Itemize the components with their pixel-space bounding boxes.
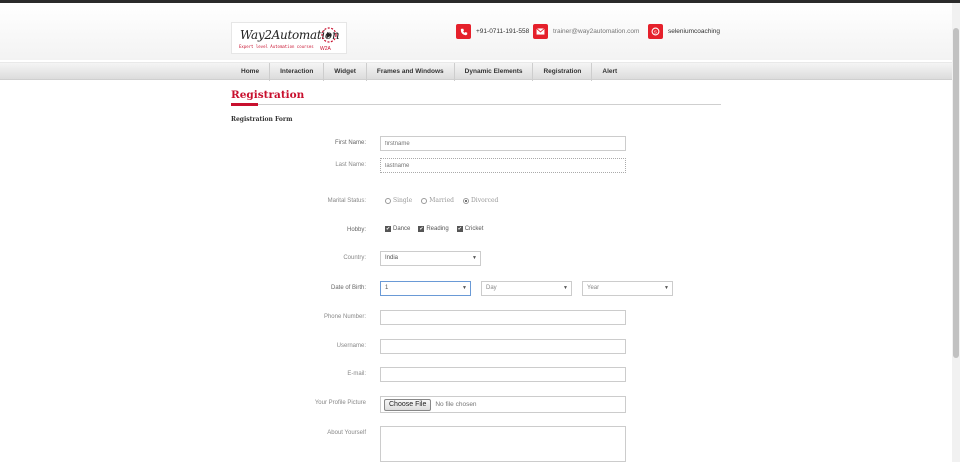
checkbox-dance-label: Dance bbox=[393, 226, 411, 232]
username-input[interactable] bbox=[380, 339, 626, 354]
skype-icon: S bbox=[648, 24, 663, 39]
page-title: Registration bbox=[231, 89, 305, 101]
nav-registration[interactable]: Registration bbox=[533, 63, 593, 81]
title-accent bbox=[231, 103, 258, 106]
phone-icon bbox=[456, 24, 471, 39]
marital-status-label: Marital Status: bbox=[327, 198, 366, 204]
nav-interaction[interactable]: Interaction bbox=[270, 63, 325, 81]
radio-married[interactable] bbox=[421, 197, 428, 204]
chevron-down-icon: ▼ bbox=[472, 255, 477, 261]
hobby-options: ✔ Dance ✔ Reading ✔ Cricket bbox=[385, 226, 491, 232]
about-yourself-textarea[interactable] bbox=[380, 426, 626, 462]
profile-picture-label: Your Profile Picture bbox=[314, 400, 366, 406]
phone-number-input[interactable] bbox=[380, 310, 626, 325]
contact-skype-text: seleniumcoaching bbox=[668, 28, 721, 35]
file-status-text: No file chosen bbox=[435, 401, 477, 408]
logo-mark-icon: W2A bbox=[320, 27, 337, 52]
dob-label: Date of Birth: bbox=[330, 285, 366, 291]
dob-month-select[interactable]: 1 ▼ bbox=[380, 281, 471, 296]
checkbox-cricket-label: Cricket bbox=[464, 226, 484, 232]
first-name-input[interactable] bbox=[380, 136, 626, 151]
nav-dynamic-elements[interactable]: Dynamic Elements bbox=[455, 63, 534, 81]
country-label: Country: bbox=[343, 255, 366, 261]
email-input[interactable] bbox=[380, 367, 626, 382]
mail-icon bbox=[533, 24, 548, 39]
hobby-label: Hobby: bbox=[346, 227, 366, 233]
nav-home[interactable]: Home bbox=[231, 63, 271, 81]
marital-status-options: Single Married Divorced bbox=[385, 197, 507, 204]
logo-tagline: Expert level Automation courses bbox=[239, 44, 314, 49]
logo-mark-text: W2A bbox=[320, 46, 332, 52]
dob-day-select[interactable]: Day ▼ bbox=[481, 281, 572, 296]
country-select[interactable]: India ▼ bbox=[380, 251, 481, 266]
nav-frames-and-windows[interactable]: Frames and Windows bbox=[367, 63, 455, 81]
email-label: E-mail: bbox=[347, 371, 366, 377]
last-name-input[interactable] bbox=[380, 158, 626, 173]
checkbox-reading[interactable]: ✔ bbox=[418, 226, 425, 232]
site-logo[interactable]: Way2Automation Expert level Automation c… bbox=[231, 22, 347, 54]
chevron-down-icon: ▼ bbox=[563, 285, 568, 291]
username-label: Username: bbox=[336, 343, 366, 349]
dob-month-value: 1 bbox=[385, 285, 389, 291]
radio-divorced[interactable] bbox=[463, 197, 469, 204]
form-title: Registration Form bbox=[231, 116, 293, 123]
dob-year-value: Year bbox=[587, 285, 600, 291]
dob-day-value: Day bbox=[486, 285, 497, 291]
dob-year-select[interactable]: Year ▼ bbox=[582, 281, 673, 296]
phone-number-label: Phone Number: bbox=[323, 314, 366, 320]
page-scrollbar-thumb[interactable] bbox=[953, 28, 959, 358]
svg-text:S: S bbox=[654, 29, 657, 34]
country-select-value: India bbox=[385, 255, 399, 261]
contact-phone-text: +91-0711-191-558 bbox=[476, 28, 530, 35]
contact-phone[interactable]: +91-0711-191-558 bbox=[456, 24, 529, 39]
contact-email[interactable]: trainer@way2automation.com bbox=[533, 24, 639, 39]
site-header: Way2Automation Expert level Automation c… bbox=[0, 3, 952, 60]
title-divider bbox=[231, 104, 721, 105]
main-nav: Home Interaction Widget Frames and Windo… bbox=[0, 62, 952, 81]
about-yourself-label: About Yourself bbox=[327, 430, 366, 436]
checkbox-reading-label: Reading bbox=[426, 226, 449, 232]
radio-divorced-label: Divorced bbox=[471, 197, 499, 204]
checkbox-dance[interactable]: ✔ bbox=[385, 226, 391, 232]
radio-single-label: Single bbox=[393, 197, 413, 204]
contact-email-text: trainer@way2automation.com bbox=[553, 28, 640, 35]
contact-skype[interactable]: S seleniumcoaching bbox=[648, 24, 720, 39]
nav-alert[interactable]: Alert bbox=[592, 63, 627, 81]
choose-file-button[interactable]: Choose File bbox=[384, 398, 432, 411]
nav-widget[interactable]: Widget bbox=[324, 63, 367, 81]
checkbox-cricket[interactable]: ✔ bbox=[456, 226, 463, 232]
radio-married-label: Married bbox=[429, 197, 454, 204]
profile-picture-input: Choose File No file chosen bbox=[380, 396, 626, 413]
chevron-down-icon: ▼ bbox=[664, 285, 669, 291]
radio-single[interactable] bbox=[385, 197, 391, 204]
chevron-down-icon: ▼ bbox=[462, 285, 467, 291]
last-name-label: Last Name: bbox=[335, 162, 366, 168]
first-name-label: First Name: bbox=[334, 140, 366, 146]
